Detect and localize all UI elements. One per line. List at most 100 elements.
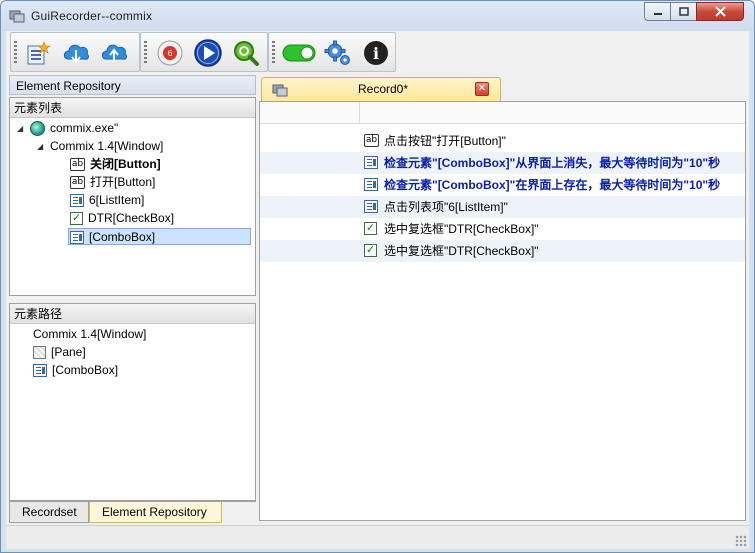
- settings-gear-icon: [324, 40, 350, 65]
- play-button[interactable]: [193, 38, 223, 68]
- button-type-icon: ab: [70, 176, 85, 190]
- tree-item-label: 关闭[Button]: [90, 157, 161, 171]
- resize-grip-icon[interactable]: [735, 535, 747, 547]
- settings-button[interactable]: [323, 38, 353, 68]
- close-button[interactable]: [696, 2, 744, 21]
- path-item[interactable]: Commix 1.4[Window]: [33, 326, 146, 343]
- tree-item[interactable]: [ComboBox]: [68, 228, 251, 245]
- close-icon: ✕: [477, 83, 487, 94]
- element-path-header: 元素路径: [10, 304, 255, 324]
- tab-recordset[interactable]: Recordset: [9, 502, 89, 523]
- record-button[interactable]: 6: [155, 38, 185, 68]
- left-bottom-tabs: Recordset Element Repository: [9, 501, 256, 523]
- play-icon: [194, 39, 222, 67]
- tree-item[interactable]: ◢ commix.exe": [17, 120, 119, 137]
- download-icon: [63, 44, 89, 64]
- repository-title: Element Repository: [9, 75, 256, 95]
- title-bar[interactable]: GuiRecorder--commix: [1, 1, 754, 31]
- list-type-icon: [364, 178, 378, 191]
- toggle-on-icon: [282, 44, 316, 62]
- tree-expander-icon[interactable]: ◢: [37, 138, 43, 155]
- info-icon: i: [364, 41, 388, 65]
- toolbar-grip[interactable]: [272, 41, 275, 65]
- step-row[interactable]: ab 点击按钮"打开[Button]": [260, 130, 745, 152]
- step-row[interactable]: ✓ 选中复选框"DTR[CheckBox]": [260, 218, 745, 240]
- button-type-icon: ab: [70, 158, 85, 172]
- step-row[interactable]: 点击列表项"6[ListItem]": [260, 196, 745, 218]
- element-list-panel: 元素列表 ◢ commix.exe" ◢ Commix 1.4[Window] ab 关闭…: [9, 97, 256, 296]
- client-area: 6 i Element Repository 元素列表 ◢ commix.exe…: [6, 31, 749, 549]
- tree-expander-icon[interactable]: ◢: [17, 120, 23, 137]
- maximize-icon: [678, 6, 689, 16]
- download-button[interactable]: [61, 38, 91, 68]
- maximize-button[interactable]: [670, 2, 697, 21]
- path-item-label: [Pane]: [51, 345, 86, 359]
- checkbox-type-icon: ✓: [70, 212, 83, 226]
- element-path-panel: 元素路径 Commix 1.4[Window] [Pane] [ComboBox]: [9, 303, 256, 501]
- record-tab-label: Record0*: [358, 82, 409, 96]
- step-row[interactable]: 检查元素"[ComboBox]"从界面上消失，最大等待时间为"10"秒: [260, 152, 745, 174]
- toolbar-record-group: 6: [140, 32, 268, 72]
- tab-element-repository[interactable]: Element Repository: [89, 502, 222, 523]
- path-item[interactable]: [ComboBox]: [33, 362, 118, 379]
- close-icon: [714, 6, 726, 17]
- record-doc-icon: [272, 84, 288, 97]
- tree-item-label: 打开[Button]: [90, 175, 156, 189]
- steps-grid-header: [260, 102, 745, 124]
- tree-item-label: Commix 1.4[Window]: [50, 139, 164, 153]
- list-type-icon: [33, 364, 47, 378]
- tree-item-label: 6[ListItem]: [89, 193, 145, 207]
- column-separator[interactable]: [359, 102, 360, 124]
- step-text: 检查元素"[ComboBox]"在界面上存在，最大等待时间为"10"秒: [384, 178, 721, 192]
- info-button[interactable]: i: [361, 38, 391, 68]
- main-window: GuiRecorder--commix 6 i Element Reposito…: [0, 0, 755, 553]
- new-project-icon: [27, 41, 51, 65]
- tree-item-label: commix.exe": [50, 121, 119, 135]
- element-list-header: 元素列表: [10, 98, 255, 118]
- toggle-button[interactable]: [281, 38, 317, 68]
- tree-item-label: DTR[CheckBox]: [88, 211, 175, 225]
- app-process-icon: [30, 121, 45, 137]
- status-bar: [6, 525, 749, 549]
- tree-item-label: [ComboBox]: [89, 230, 156, 244]
- step-row[interactable]: ✓ 选中复选框"DTR[CheckBox]": [260, 240, 745, 262]
- tab-record0[interactable]: Record0* ✕: [261, 77, 501, 101]
- step-text: 选中复选框"DTR[CheckBox]": [384, 244, 539, 258]
- record-icon: 6: [157, 40, 183, 66]
- step-text: 点击按钮"打开[Button]": [384, 134, 506, 148]
- step-text: 点击列表项"6[ListItem]": [384, 200, 508, 214]
- tree-item[interactable]: ✓ DTR[CheckBox]: [70, 210, 174, 227]
- step-row[interactable]: 检查元素"[ComboBox]"在界面上存在，最大等待时间为"10"秒: [260, 174, 745, 196]
- info-glyph: i: [373, 44, 379, 63]
- list-type-icon: [364, 200, 378, 213]
- toolbar-options-group: i: [268, 32, 396, 72]
- record-tab-close-button[interactable]: ✕: [475, 82, 489, 96]
- upload-button[interactable]: [99, 38, 129, 68]
- find-icon: [234, 41, 259, 66]
- path-item-label: [ComboBox]: [52, 363, 119, 377]
- toolbar-file-group: [10, 32, 140, 72]
- list-type-icon: [70, 231, 84, 245]
- tree-item[interactable]: ab 关闭[Button]: [70, 156, 161, 173]
- minimize-button[interactable]: [644, 2, 671, 21]
- checkbox-type-icon: ✓: [364, 244, 377, 257]
- list-type-icon: [364, 156, 378, 169]
- tree-item[interactable]: ab 打开[Button]: [70, 174, 155, 191]
- record-steps-panel: ab 点击按钮"打开[Button]" 检查元素"[ComboBox]"从界面上消失…: [259, 101, 746, 521]
- checkbox-type-icon: ✓: [364, 222, 377, 235]
- tree-item[interactable]: 6[ListItem]: [70, 192, 144, 209]
- app-logo-icon: [9, 10, 25, 23]
- record-badge: 6: [167, 49, 172, 58]
- path-item[interactable]: [Pane]: [33, 344, 86, 361]
- toolbar-grip[interactable]: [14, 41, 17, 65]
- step-text: 选中复选框"DTR[CheckBox]": [384, 222, 539, 236]
- find-element-button[interactable]: [231, 38, 261, 68]
- path-item-label: Commix 1.4[Window]: [33, 327, 147, 341]
- new-project-button[interactable]: [23, 38, 53, 68]
- list-type-icon: [70, 194, 84, 208]
- tree-item[interactable]: ◢ Commix 1.4[Window]: [37, 138, 164, 155]
- toolbar-grip[interactable]: [144, 41, 147, 65]
- pane-type-icon: [33, 346, 46, 360]
- button-type-icon: ab: [364, 134, 379, 147]
- window-title: GuiRecorder--commix: [31, 9, 153, 23]
